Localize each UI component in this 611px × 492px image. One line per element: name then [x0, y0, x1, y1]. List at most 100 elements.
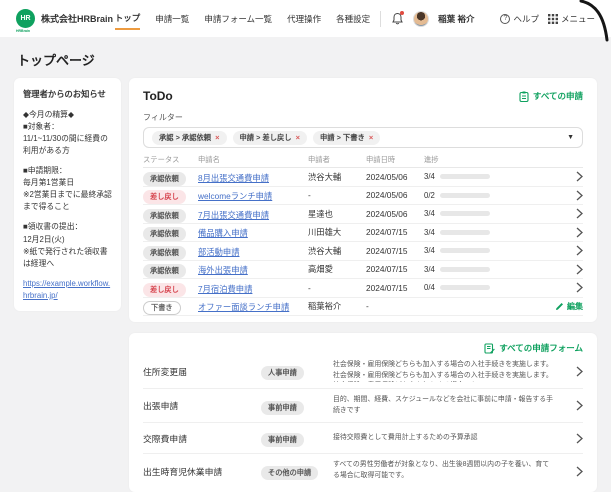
notification-badge — [400, 11, 404, 15]
row-chevron-button[interactable] — [576, 245, 583, 256]
status-cell: 差し戻し — [143, 279, 198, 297]
filter-chip-remove-icon[interactable]: × — [215, 133, 219, 142]
help-button[interactable]: ? ヘルプ — [500, 13, 539, 25]
company-name: 株式会社HRBrain — [41, 12, 113, 25]
all-requests-link[interactable]: すべての申請 — [519, 90, 583, 102]
request-link[interactable]: 海外出張申請 — [198, 265, 248, 275]
row-action-cell — [547, 264, 583, 275]
form-row[interactable]: 出張申請事前申請目的、期間、経費、スケジュールなどを会社に事前に申請・報告する手… — [143, 389, 583, 423]
todo-table-header: ステータス申請名申請者申請日時進捗 — [143, 153, 583, 168]
applicant-cell: - — [308, 190, 366, 200]
status-badge: 承認依頼 — [143, 246, 186, 260]
admin-notice-card: 管理者からのお知らせ ◆今月の精算◆ ■対象者： 11/1~11/30の間に経費… — [14, 78, 121, 311]
status-badge: 下書き — [143, 301, 181, 315]
todo-row[interactable]: 下書きオファー面談ランチ申請稲葉裕介-編集 — [143, 298, 583, 317]
date-cell: 2024/07/15 — [366, 246, 424, 256]
date-cell: 2024/05/06 — [366, 209, 424, 219]
form-category-cell: 事前申請 — [261, 429, 333, 447]
filter-chip-remove-icon[interactable]: × — [296, 133, 300, 142]
progress-label: 3/4 — [424, 228, 435, 237]
date-cell: 2024/05/06 — [366, 172, 424, 182]
form-chevron-button[interactable] — [576, 366, 583, 377]
notification-bell-icon[interactable] — [391, 12, 404, 26]
nav-item-2[interactable]: 申請一覧 — [155, 8, 189, 29]
edit-button[interactable]: 編集 — [555, 301, 583, 312]
row-action-cell — [547, 171, 583, 182]
date-cell: 2024/05/06 — [366, 190, 424, 200]
progress-cell: 3/4 — [424, 246, 547, 255]
status-cell: 承認依頼 — [143, 223, 198, 241]
todo-row[interactable]: 承認依頼海外出張申請高畑愛2024/07/153/4 — [143, 261, 583, 280]
status-cell: 差し戻し — [143, 186, 198, 204]
nav-item-1[interactable]: トップ — [115, 7, 141, 30]
brand-logo[interactable]: HR HRBrain 株式会社HRBrain — [16, 9, 113, 28]
filter-chip-remove-icon[interactable]: × — [369, 133, 373, 142]
todo-row[interactable]: 差し戻し welcomeランチ申請 -2024/05/060/2 — [143, 187, 583, 206]
filter-chip-2[interactable]: 申請 > 差し戻し × — [233, 131, 308, 145]
chevron-right-icon — [576, 282, 583, 293]
clipboard-icon — [519, 91, 529, 102]
todo-row[interactable]: 承認依頼備品購入申請川田雄大2024/07/153/4 — [143, 224, 583, 243]
form-chevron-button[interactable] — [576, 433, 583, 444]
filter-chip-1[interactable]: 承認 > 承認依頼 × — [152, 131, 227, 145]
request-name-cell: 部活動申請 — [198, 242, 308, 260]
row-chevron-button[interactable] — [576, 282, 583, 293]
help-icon: ? — [500, 14, 510, 24]
user-avatar[interactable] — [413, 11, 429, 27]
notice-link[interactable]: https://example.workflow.hrbrain.jp/ — [23, 279, 110, 300]
form-category-badge: 人事申請 — [261, 366, 304, 380]
form-chevron-button[interactable] — [576, 466, 583, 477]
progress-bar — [440, 285, 490, 290]
column-header-4: 申請日時 — [366, 155, 424, 165]
row-action-cell — [547, 245, 583, 256]
form-row[interactable]: 住所変更届人事申請社会保険・雇用保険どちらも加入する場合の入社手続きを実施します… — [143, 354, 583, 389]
row-chevron-button[interactable] — [576, 227, 583, 238]
todo-row[interactable]: 承認依頼7月出張交通費申請星達也2024/05/063/4 — [143, 205, 583, 224]
row-chevron-button[interactable] — [576, 208, 583, 219]
row-action-cell — [547, 282, 583, 293]
request-link[interactable]: 部活動申請 — [198, 247, 240, 257]
todo-row[interactable]: 承認依頼部活動申請渋谷大輔2024/07/153/4 — [143, 242, 583, 261]
row-chevron-button[interactable] — [576, 171, 583, 182]
todo-row[interactable]: 差し戻し7月宿泊費申請-2024/07/150/4 — [143, 279, 583, 298]
request-link[interactable]: 7月出張交通費申請 — [198, 210, 269, 220]
request-link[interactable]: welcomeランチ申請 — [198, 191, 272, 201]
request-link[interactable]: 7月宿泊費申請 — [198, 284, 252, 294]
request-link[interactable]: オファー面談ランチ申請 — [198, 302, 289, 312]
nav-item-4[interactable]: 代理操作 — [287, 8, 321, 29]
filter-bar[interactable]: 承認 > 承認依頼 × 申請 > 差し戻し × 申請 > 下書き × ▼ — [143, 127, 583, 148]
nav-item-5[interactable]: 各種設定 — [336, 8, 370, 29]
request-link[interactable]: 8月出張交通費申請 — [198, 173, 269, 183]
menu-button[interactable]: メニュー — [548, 13, 595, 25]
form-row[interactable]: 交際費申請事前申請接待交際費として費用計上するための予算承認 — [143, 423, 583, 454]
row-chevron-button[interactable] — [576, 190, 583, 201]
status-badge: 差し戻し — [143, 190, 186, 204]
chevron-right-icon — [576, 433, 583, 444]
progress-bar — [440, 193, 490, 198]
form-chevron-button[interactable] — [576, 400, 583, 411]
hrbrain-logo-icon: HR HRBrain — [16, 9, 35, 28]
user-name: 稲葉 裕介 — [438, 13, 474, 25]
all-forms-link[interactable]: すべての申請フォーム — [484, 342, 583, 354]
status-cell: 承認依頼 — [143, 242, 198, 260]
edit-label: 編集 — [567, 301, 583, 312]
filter-chip-3[interactable]: 申請 > 下書き × — [313, 131, 380, 145]
nav-item-3[interactable]: 申請フォーム一覧 — [204, 8, 272, 29]
request-name-cell: 備品購入申請 — [198, 223, 308, 241]
filter-dropdown-caret[interactable]: ▼ — [567, 134, 574, 141]
form-category-cell: その他の申請 — [261, 462, 333, 480]
page-title: トップページ — [0, 37, 611, 78]
todo-row[interactable]: 承認依頼8月出張交通費申請渋谷大輔2024/05/063/4 — [143, 168, 583, 187]
header-right: 稲葉 裕介 ? ヘルプ メニュー — [391, 11, 595, 27]
status-cell: 承認依頼 — [143, 205, 198, 223]
row-chevron-button[interactable] — [576, 264, 583, 275]
row-action-cell — [547, 190, 583, 201]
progress-cell: 0/4 — [424, 283, 547, 292]
form-row[interactable]: 出生時育児休業申請その他の申請すべての男性労働者が対象となり、出生後8週間以内の… — [143, 454, 583, 487]
progress-bar — [440, 248, 490, 253]
status-cell: 承認依頼 — [143, 168, 198, 186]
progress-cell: 0/2 — [424, 191, 547, 200]
request-link[interactable]: 備品購入申請 — [198, 228, 248, 238]
grid-menu-icon — [548, 14, 558, 24]
column-header-2: 申請名 — [198, 155, 308, 165]
